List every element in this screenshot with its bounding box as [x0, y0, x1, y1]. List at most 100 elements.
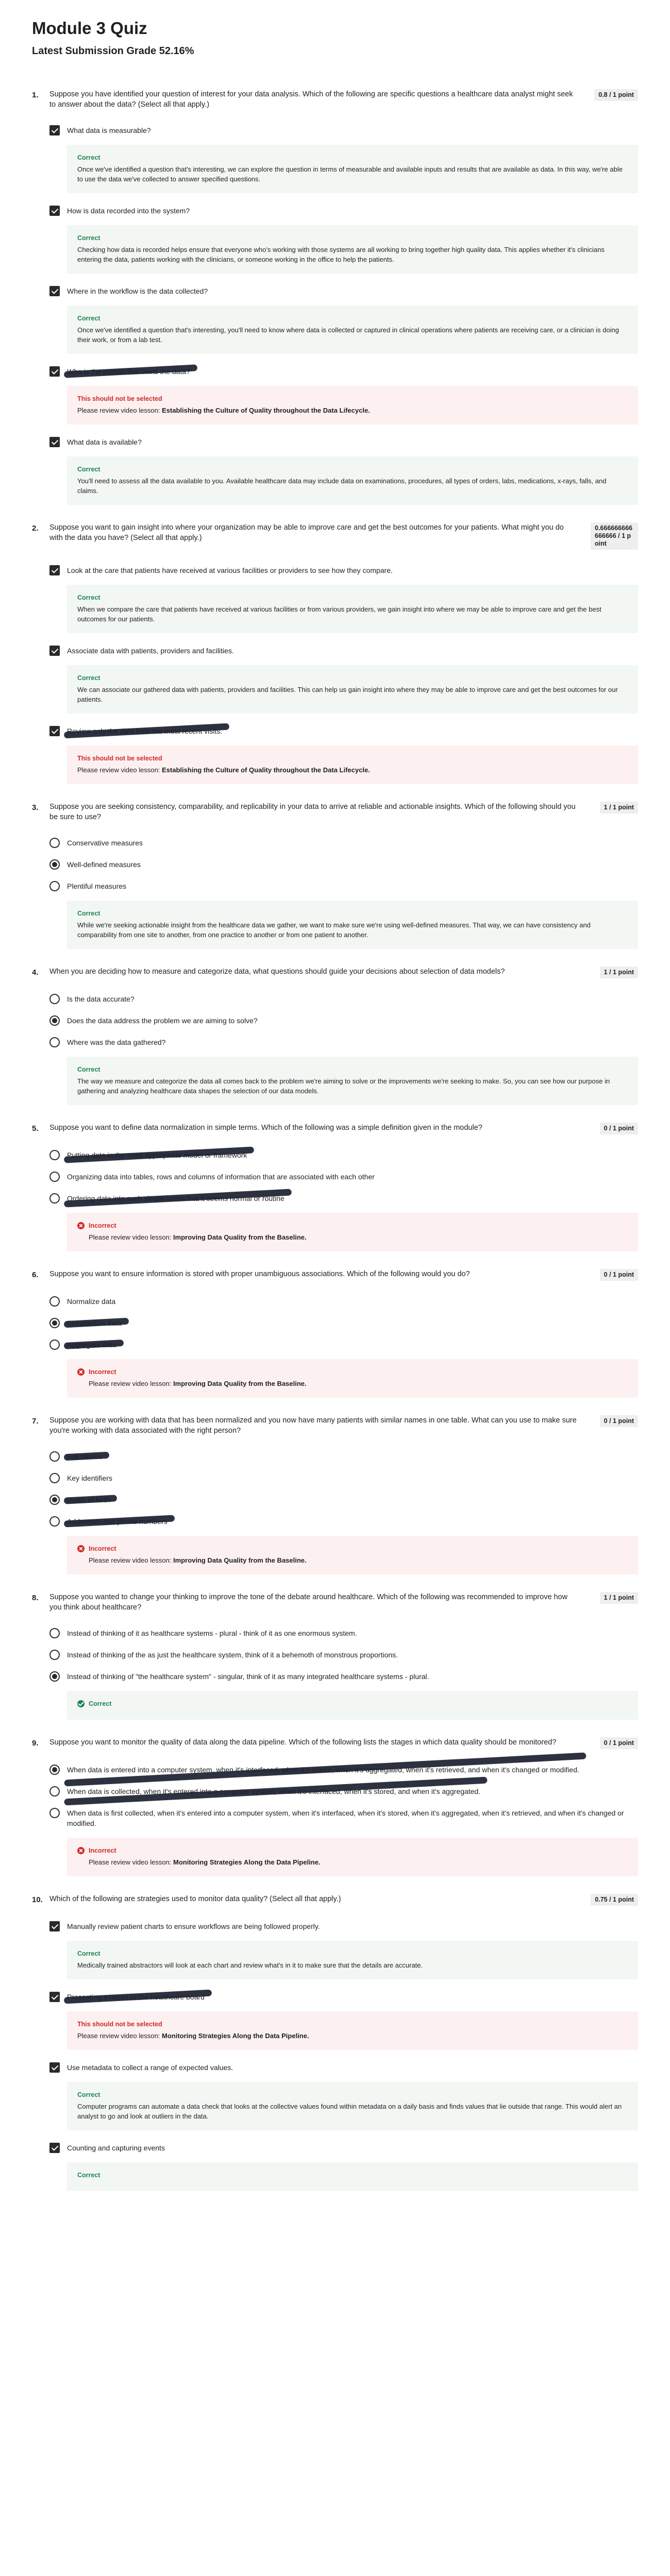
radio-selected[interactable] — [49, 1494, 60, 1505]
checkbox-checked[interactable] — [49, 125, 60, 135]
radio-button[interactable] — [49, 1149, 60, 1160]
radio-option[interactable]: Well-defined measures — [49, 859, 638, 870]
checkbox-checked[interactable] — [49, 436, 60, 447]
feedback-body: Please review video lesson: Monitoring S… — [77, 2031, 628, 2041]
checkbox-option[interactable]: How is data recorded into the system? — [49, 205, 638, 216]
feedback-body: Please review video lesson: Improving Da… — [89, 1555, 628, 1565]
checkbox-option[interactable]: Associate data with patients, providers … — [49, 645, 638, 656]
answer-options: Manually review patient charts to ensure… — [49, 1921, 638, 2191]
feedback-incorrect: Incorrect Please review video lesson: Imp… — [67, 1359, 638, 1398]
question-number: 10. — [32, 1895, 43, 1904]
radio-option[interactable]: Addresses and phone numbers — [49, 1516, 638, 1527]
feedback-status: Correct — [77, 2091, 100, 2098]
radio-button[interactable] — [49, 837, 60, 848]
checkbox-checked[interactable] — [49, 205, 60, 216]
radio-option[interactable]: Full names — [49, 1451, 638, 1462]
feedback-text: Please review video lesson: — [89, 1556, 174, 1564]
checkbox-option[interactable]: Presenting a report to the healthcare bo… — [49, 1991, 638, 2002]
option-text: When data is first collected, when it's … — [67, 1808, 624, 1827]
radio-button[interactable] — [49, 1649, 60, 1660]
radio-option[interactable]: When data is first collected, when it's … — [49, 1807, 638, 1828]
radio-option[interactable]: Instead of thinking of the as just the h… — [49, 1649, 638, 1660]
option-label: Conservative measures — [67, 838, 638, 848]
answer-options: Normalize data Standardize data Aggregate … — [49, 1296, 638, 1398]
radio-option[interactable]: Does the data address the problem we are… — [49, 1015, 638, 1026]
question-text: Suppose you want to ensure information i… — [49, 1269, 470, 1278]
radio-button[interactable] — [49, 1037, 60, 1047]
checkbox-option[interactable]: Counting and capturing events — [49, 2142, 638, 2153]
radio-button[interactable] — [49, 1451, 60, 1462]
feedback-status: Correct — [77, 909, 100, 917]
checkbox-option[interactable]: Use metadata to collect a range of expec… — [49, 2062, 638, 2073]
question-header: 8. Suppose you wanted to change your thin… — [32, 1591, 638, 1613]
checkbox-checked[interactable] — [49, 725, 60, 736]
radio-option[interactable]: Ordering data into such simple terms tha… — [49, 1193, 638, 1204]
question-4: 4. When you are deciding how to measure a… — [32, 966, 638, 1105]
radio-option[interactable]: Instead of thinking of it as healthcare … — [49, 1628, 638, 1638]
radio-option[interactable]: Where was the data gathered? — [49, 1037, 638, 1047]
question-header: 1. Suppose you have identified your quest… — [32, 89, 638, 110]
question-number: 8. — [32, 1593, 39, 1602]
radio-button[interactable] — [49, 1786, 60, 1797]
radio-option[interactable]: Aggregate data — [49, 1339, 638, 1350]
checkbox-checked[interactable] — [49, 1921, 60, 1931]
radio-option[interactable]: Plentiful measures — [49, 880, 638, 891]
radio-option[interactable]: Organizing data into tables, rows and co… — [49, 1171, 638, 1182]
radio-button[interactable] — [49, 1171, 60, 1182]
radio-option[interactable]: Conservative measures — [49, 837, 638, 848]
checkbox-option[interactable]: What data is measurable? — [49, 125, 638, 135]
radio-option[interactable]: Dates of birth — [49, 1494, 638, 1505]
checkbox-checked[interactable] — [49, 2062, 60, 2073]
radio-option[interactable]: Is the data accurate? — [49, 993, 638, 1004]
checkbox-option[interactable]: Look at the care that patients have rece… — [49, 565, 638, 575]
radio-option[interactable]: When data is collected, when it's entere… — [49, 1786, 638, 1797]
checkbox-option[interactable]: Where in the workflow is the data collec… — [49, 285, 638, 296]
checkbox-option[interactable]: Who is the person that owns the data? — [49, 366, 638, 377]
radio-button[interactable] — [49, 1339, 60, 1350]
feedback-text: Once we've identified a question that's … — [77, 165, 623, 183]
feedback-correct: Correct When we compare the care that pat… — [67, 584, 638, 633]
checkbox-option[interactable]: Manually review patient charts to ensure… — [49, 1921, 638, 1931]
radio-button[interactable] — [49, 993, 60, 1004]
radio-selected[interactable] — [49, 1764, 60, 1775]
feedback-status: Correct — [77, 234, 100, 242]
scribbled-option-text: When data is collected, when it's entere… — [67, 1787, 481, 1795]
radio-button[interactable] — [49, 1628, 60, 1638]
question-text: Which of the following are strategies us… — [49, 1894, 341, 1903]
feedback-body: Once we've identified a question that's … — [77, 164, 628, 184]
radio-button[interactable] — [49, 1807, 60, 1818]
radio-option[interactable]: Putting data in the most appropriate mod… — [49, 1149, 638, 1160]
question-header: 4. When you are deciding how to measure a… — [32, 966, 638, 978]
radio-button[interactable] — [49, 1296, 60, 1307]
feedback-text: The way we measure and categorize the da… — [77, 1077, 610, 1095]
scribbled-option-text: When data is entered into a computer sys… — [67, 1765, 579, 1774]
question-number: 6. — [32, 1270, 39, 1279]
radio-button[interactable] — [49, 1193, 60, 1204]
points-badge: 0 / 1 point — [599, 1415, 638, 1427]
checkbox-checked[interactable] — [49, 565, 60, 575]
option-label: Ordering data into such simple terms tha… — [67, 1193, 638, 1204]
radio-selected[interactable] — [49, 1015, 60, 1026]
radio-selected[interactable] — [49, 859, 60, 870]
checkbox-checked[interactable] — [49, 285, 60, 296]
feedback-body: Please review video lesson: Establishing… — [77, 405, 628, 415]
checkbox-checked[interactable] — [49, 366, 60, 377]
radio-option[interactable]: Normalize data — [49, 1296, 638, 1307]
feedback-status: This should not be selected — [77, 754, 162, 762]
checkbox-checked[interactable] — [49, 1991, 60, 2002]
radio-option[interactable]: Key identifiers — [49, 1472, 638, 1483]
checkbox-option[interactable]: What data is available? — [49, 436, 638, 447]
radio-button[interactable] — [49, 1516, 60, 1527]
answer-options: Is the data accurate? Does the data addre… — [49, 993, 638, 1105]
radio-option[interactable]: Instead of thinking of "the healthcare s… — [49, 1671, 638, 1682]
checkbox-checked[interactable] — [49, 2142, 60, 2153]
checkbox-checked[interactable] — [49, 645, 60, 656]
radio-button[interactable] — [49, 1472, 60, 1483]
question-number: 4. — [32, 968, 39, 977]
radio-option[interactable]: Standardize data — [49, 1317, 638, 1328]
radio-selected[interactable] — [49, 1317, 60, 1328]
radio-button[interactable] — [49, 880, 60, 891]
checkbox-option[interactable]: Review only the data from the most recen… — [49, 725, 638, 736]
radio-option[interactable]: When data is entered into a computer sys… — [49, 1764, 638, 1775]
radio-selected[interactable] — [49, 1671, 60, 1682]
